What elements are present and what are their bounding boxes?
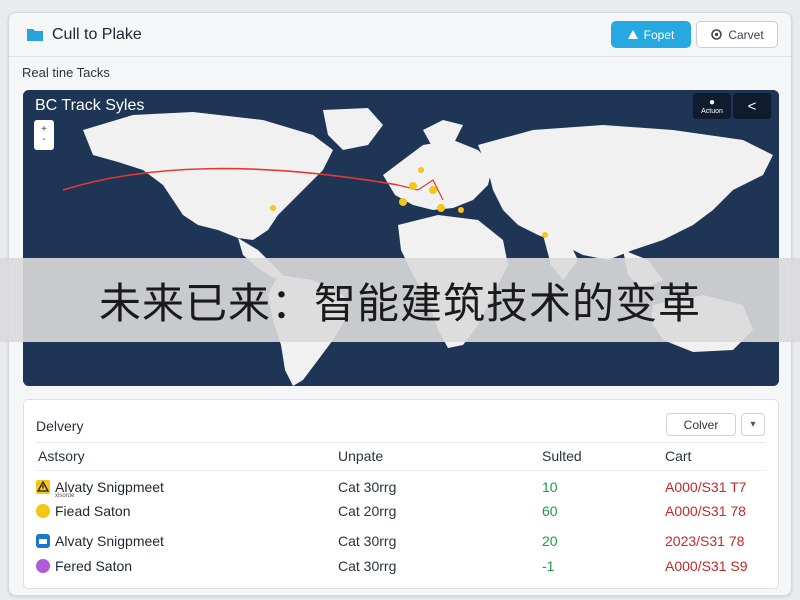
zoom-control[interactable]: + - [34, 120, 54, 150]
warning-icon [36, 480, 50, 494]
map-back-button[interactable]: < [733, 93, 771, 119]
row-cart: A000/S31 S9 [665, 558, 748, 574]
gear-icon [711, 29, 723, 40]
row-cart: A000/S31 T7 [665, 479, 747, 495]
row-updated: Cat 30rrg [338, 558, 397, 574]
cancel-button-label: Carvet [728, 27, 764, 42]
location-marker [542, 232, 548, 238]
map-action-label: Actuon [701, 107, 723, 115]
circle-icon [36, 504, 50, 518]
overlay-banner-text: 未来已来：智能建筑技术的变革 [98, 279, 701, 327]
app-title: Cull to Plake [52, 26, 142, 43]
record-icon: ● [708, 96, 716, 108]
app-header: Cull to Plake Fopet Carvet [9, 13, 791, 57]
location-marker [437, 204, 445, 212]
folder-icon [27, 29, 43, 41]
map-action-button[interactable]: ● Actuon [693, 93, 731, 119]
cancel-button[interactable]: Carvet [696, 21, 778, 48]
location-marker [399, 198, 407, 206]
primary-button-label: Fopet [643, 27, 675, 42]
table-row[interactable]: Fiead Saton Cat 20rrg 60 A000/S31 78 [24, 500, 780, 522]
row-cart: 2023/S31 78 [665, 533, 745, 549]
row-name: Fiead Saton [55, 503, 131, 519]
location-marker [429, 186, 437, 194]
row-updated: Cat 20rrg [338, 503, 397, 519]
delivery-panel: Delvery Colver ▾ Astsory Unpate Sulted C… [23, 399, 779, 589]
location-marker [418, 167, 424, 173]
delivery-action-button[interactable]: Colver [666, 413, 736, 436]
row-updated: Cat 30rrg [338, 533, 397, 549]
section-label: Real tine Tacks [22, 65, 110, 80]
circle-icon [36, 559, 50, 573]
delivery-action-label: Colver [683, 417, 719, 432]
table-row[interactable]: Alvaty Snigpmeet Cat 30rrg 20 2023/S31 7… [24, 530, 780, 552]
table-row[interactable]: Fered Saton Cat 30rrg -1 A000/S31 S9 [24, 555, 780, 577]
chevron-down-icon: ▾ [750, 419, 756, 430]
table-row[interactable]: Alvaty Snigpmeet xlsorde Cat 30rrg 10 A0… [24, 476, 780, 499]
row-updated: Cat 30rrg [338, 479, 397, 495]
row-sold: -1 [542, 558, 555, 574]
delivery-title: Delvery [36, 418, 84, 434]
column-header-astsory: Astsory [38, 448, 85, 464]
overlay-banner: 未来已来：智能建筑技术的变革 [0, 258, 800, 342]
row-sold: 10 [542, 479, 558, 495]
location-marker [409, 182, 417, 190]
map-title: BC Track Syles [35, 97, 145, 114]
chevron-left-icon: < [747, 97, 757, 115]
column-header-cart: Cart [665, 448, 692, 464]
primary-button[interactable]: Fopet [611, 21, 691, 48]
row-subtitle: xlsorde [55, 493, 75, 499]
column-header-sulted: Sulted [542, 448, 582, 464]
location-marker [270, 205, 276, 211]
divider [36, 442, 766, 443]
column-header-unpate: Unpate [338, 448, 384, 464]
row-name: Alvaty Snigpmeet [55, 533, 164, 549]
box-icon [36, 534, 50, 548]
zoom-out-button[interactable]: - [42, 135, 45, 145]
warning-icon [627, 30, 638, 39]
delivery-dropdown-button[interactable]: ▾ [741, 413, 765, 436]
row-sold: 60 [542, 503, 558, 519]
location-marker [458, 207, 464, 213]
row-name: Fered Saton [55, 558, 133, 574]
row-sold: 20 [542, 533, 558, 549]
row-cart: A000/S31 78 [665, 503, 746, 519]
divider [36, 470, 766, 471]
